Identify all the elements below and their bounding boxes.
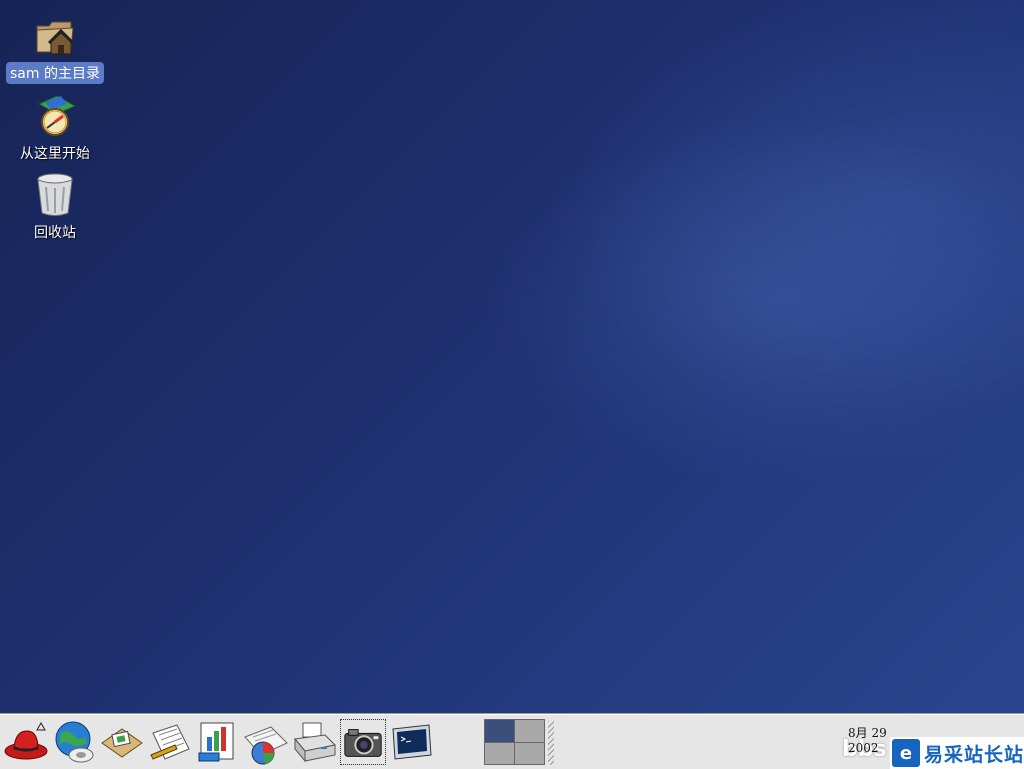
word-processor-launcher[interactable] (147, 719, 193, 765)
desktop-icon-trash[interactable]: 回收站 (0, 171, 110, 243)
redhat-menu-icon (4, 721, 48, 760)
terminal-icon (392, 724, 432, 760)
watermark: e 易采站长站 (890, 737, 1024, 769)
desktop-icon-label: sam 的主目录 (6, 62, 104, 84)
desktop-icon-home[interactable]: sam 的主目录 (0, 12, 110, 84)
clock-year: 2002 (848, 741, 879, 755)
start-here-icon (31, 92, 79, 140)
spreadsheet-icon (198, 722, 234, 762)
main-menu-button[interactable] (3, 719, 49, 765)
workspace-4[interactable] (515, 742, 544, 764)
watermark-text: 易采站长站 (924, 743, 1024, 766)
trash-icon (31, 171, 79, 219)
terminal-launcher[interactable] (389, 719, 435, 765)
home-folder-icon (31, 12, 79, 60)
spreadsheet-launcher[interactable] (195, 719, 241, 765)
print-manager-icon (294, 722, 337, 763)
workspace-3[interactable] (485, 742, 514, 764)
presentation-icon (244, 726, 288, 765)
desktop-icon-label: 回收站 (34, 225, 76, 241)
bottom-panel: bbs 8月 29 2002 e 易采站长站 (0, 714, 1024, 769)
clock[interactable]: 8月 29 2002 (848, 726, 887, 756)
web-browser-launcher[interactable] (51, 719, 97, 765)
desktop-icon-start-here[interactable]: 从这里开始 (0, 92, 110, 164)
email-client-icon (101, 728, 143, 758)
workspace-1[interactable] (485, 720, 514, 742)
print-manager-launcher[interactable] (291, 719, 337, 765)
desktop-icon-label: 从这里开始 (20, 146, 90, 162)
workspace-pager[interactable] (484, 719, 545, 765)
presentation-launcher[interactable] (243, 719, 289, 765)
word-processor-icon (150, 724, 190, 760)
screenshot-launcher[interactable] (340, 719, 386, 765)
panel-drag-handle[interactable] (548, 721, 554, 765)
watermark-logo-icon: e (892, 739, 920, 767)
web-browser-icon (55, 721, 94, 763)
workspace-2[interactable] (515, 720, 544, 742)
email-launcher[interactable] (99, 719, 145, 765)
screenshot-camera-icon (344, 729, 382, 757)
clock-date: 8月 29 (848, 726, 887, 740)
